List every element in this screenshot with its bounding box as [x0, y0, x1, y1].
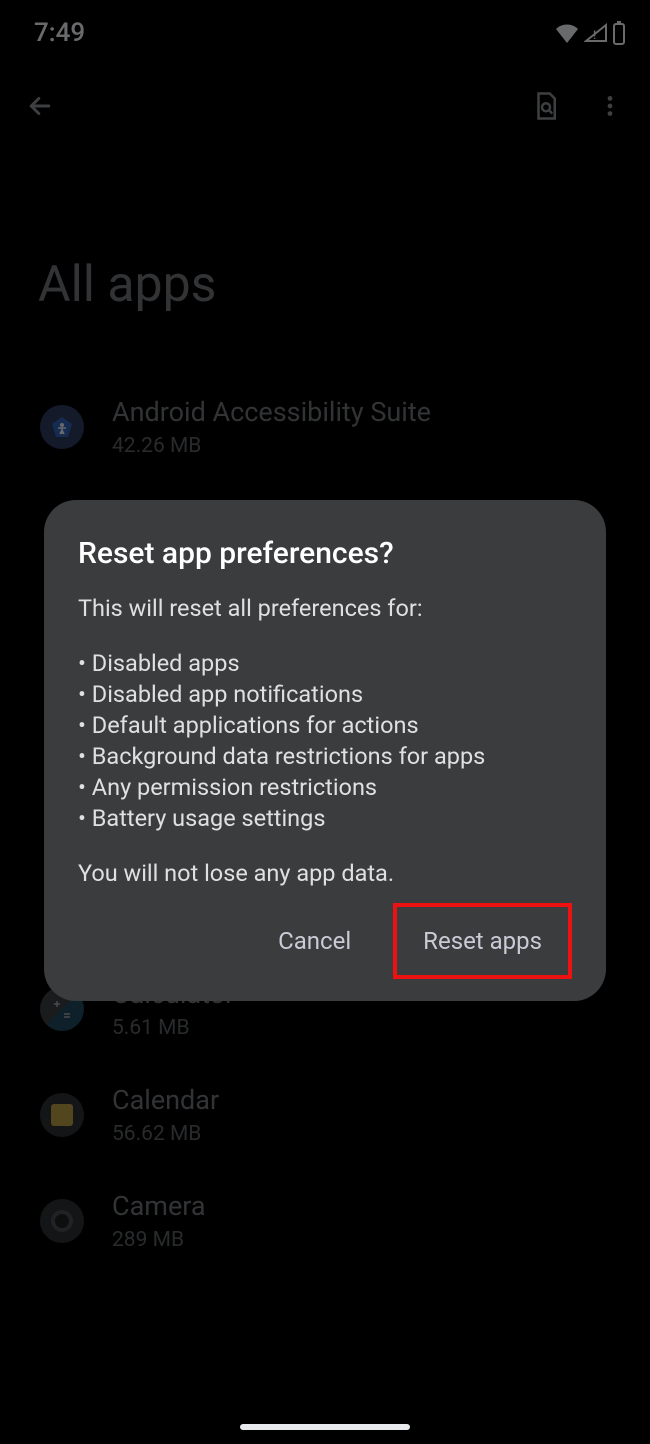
reset-dialog: Reset app preferences? This will reset a… — [44, 500, 606, 1001]
dialog-tail: You will not lose any app data. — [78, 858, 572, 889]
dialog-bullet: Background data restrictions for apps — [78, 741, 572, 772]
dialog-actions: Cancel Reset apps — [78, 903, 572, 979]
reset-apps-button[interactable]: Reset apps — [409, 915, 556, 967]
dialog-bullet: Any permission restrictions — [78, 772, 572, 803]
dialog-bullet: Disabled app notifications — [78, 679, 572, 710]
dialog-bullet: Disabled apps — [78, 648, 572, 679]
dialog-bullet: Default applications for actions — [78, 710, 572, 741]
tutorial-highlight: Reset apps — [393, 903, 572, 979]
home-indicator[interactable] — [240, 1424, 410, 1430]
dialog-title: Reset app preferences? — [78, 536, 572, 571]
cancel-button[interactable]: Cancel — [264, 915, 365, 967]
dialog-bullet-list: Disabled apps Disabled app notifications… — [78, 648, 572, 834]
dialog-body: This will reset all preferences for: Dis… — [78, 593, 572, 889]
dialog-bullet: Battery usage settings — [78, 803, 572, 834]
dialog-lead: This will reset all preferences for: — [78, 593, 572, 624]
